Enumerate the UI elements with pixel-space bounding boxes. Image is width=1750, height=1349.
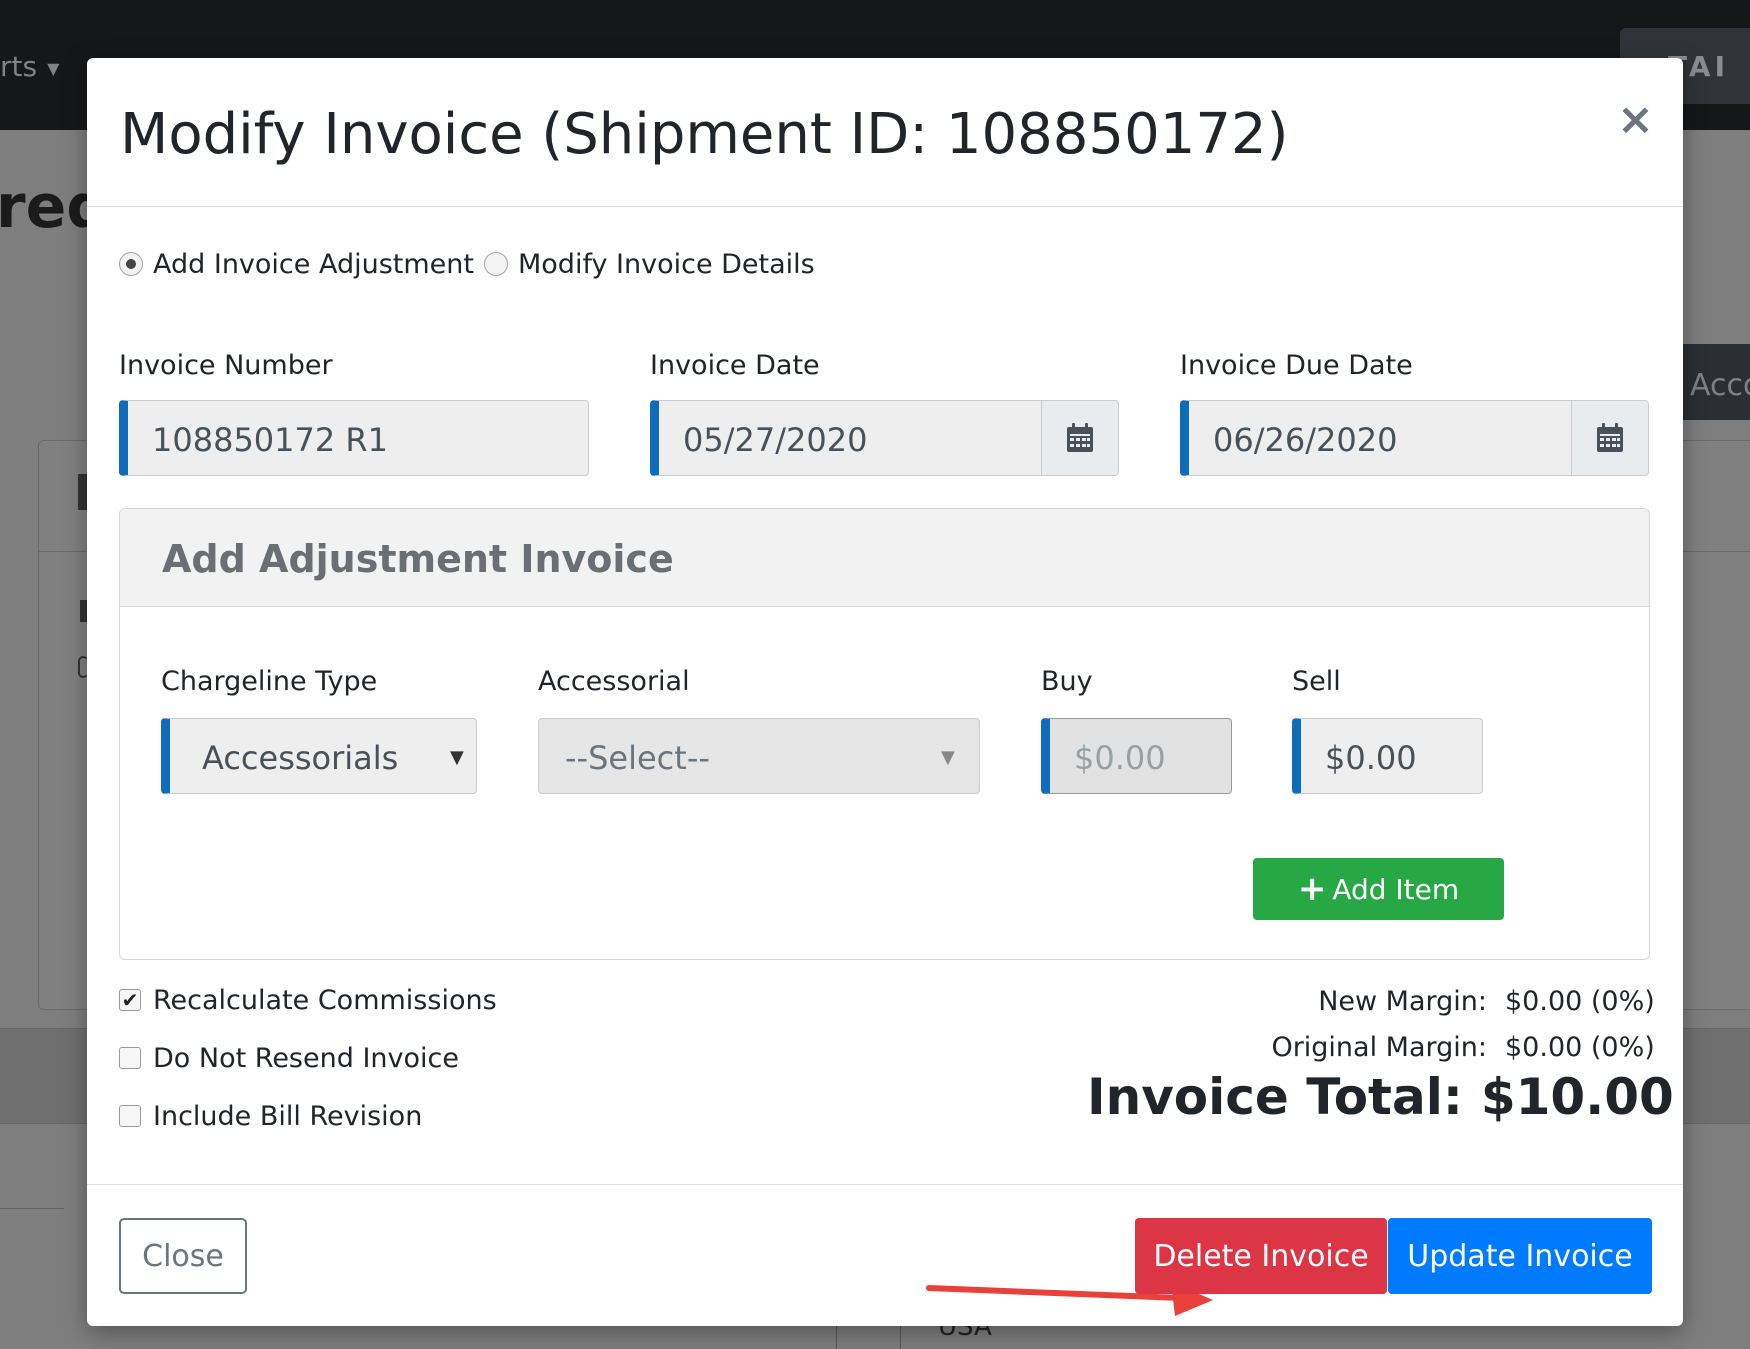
modal-title: Modify Invoice (Shipment ID: 108850172) (120, 102, 1289, 167)
close-button[interactable]: Close (119, 1218, 247, 1294)
modify-invoice-modal: Modify Invoice (Shipment ID: 108850172) … (87, 58, 1683, 1326)
buy-input[interactable]: $0.00 (1041, 718, 1232, 794)
update-invoice-button[interactable]: Update Invoice (1388, 1218, 1652, 1294)
chargeline-type-value: Accessorials (202, 739, 399, 777)
accessorial-label: Accessorial (538, 666, 690, 697)
calendar-icon (1597, 423, 1623, 452)
invoice-total-label: Invoice Total: (1087, 1068, 1463, 1126)
caret-down-icon: ▼ (47, 58, 60, 78)
invoice-total-value: $10.00 (1480, 1068, 1674, 1126)
modify-details-radio[interactable] (483, 252, 508, 276)
chargeline-type-label: Chargeline Type (161, 666, 378, 697)
calendar-icon (1067, 423, 1093, 452)
include-bill-revision-label: Include Bill Revision (153, 1100, 423, 1132)
include-bill-revision-option[interactable]: Include Bill Revision (119, 1096, 422, 1136)
accessorial-value: --Select-- (565, 739, 710, 777)
recalculate-commissions-label: Recalculate Commissions (153, 984, 497, 1016)
modal-header: Modify Invoice (Shipment ID: 108850172) … (87, 58, 1683, 207)
invoice-mode-radio-group: Add Invoice Adjustment Modify Invoice De… (119, 244, 825, 284)
invoice-number-field[interactable]: 108850172 R1 (119, 400, 589, 476)
chevron-down-icon: ▼ (450, 747, 464, 768)
accessorial-select[interactable]: --Select-- ▼ (538, 718, 980, 794)
recalculate-commissions-checkbox[interactable]: ✔ (119, 989, 141, 1011)
original-margin-label: Original Margin: (1271, 1032, 1487, 1063)
buy-label: Buy (1041, 666, 1093, 697)
chargeline-type-select[interactable]: Accessorials ▼ (161, 718, 477, 794)
nav-menu-item[interactable]: rts ▼ (0, 50, 59, 83)
include-bill-revision-checkbox[interactable] (119, 1105, 141, 1127)
do-not-resend-option[interactable]: Do Not Resend Invoice (119, 1038, 459, 1078)
invoice-date-field[interactable]: 05/27/2020 (650, 400, 1042, 476)
invoice-date-label: Invoice Date (650, 350, 820, 381)
new-margin-label: New Margin: (1318, 986, 1487, 1017)
adjustment-card-title: Add Adjustment Invoice (162, 537, 674, 581)
plus-icon: + (1297, 869, 1327, 909)
recalculate-commissions-option[interactable]: ✔ Recalculate Commissions (119, 980, 497, 1020)
sell-input[interactable]: $0.00 (1292, 718, 1483, 794)
original-margin-value: $0.00 (0%) (1505, 1032, 1655, 1063)
invoice-date-calendar-button[interactable] (1041, 400, 1119, 476)
invoice-due-date-calendar-button[interactable] (1571, 400, 1649, 476)
do-not-resend-checkbox[interactable] (119, 1047, 141, 1069)
add-adjustment-radio[interactable] (119, 252, 143, 276)
modal-footer-divider (87, 1184, 1683, 1185)
adjustment-card-header: Add Adjustment Invoice (120, 509, 1649, 607)
invoice-due-date-label: Invoice Due Date (1180, 350, 1413, 381)
chevron-down-icon: ▼ (941, 747, 955, 768)
add-adjustment-label[interactable]: Add Invoice Adjustment (153, 249, 474, 280)
delete-invoice-button[interactable]: Delete Invoice (1135, 1218, 1387, 1294)
new-margin-value: $0.00 (0%) (1505, 986, 1655, 1017)
background-divider (0, 1208, 64, 1209)
sell-label: Sell (1292, 666, 1341, 697)
invoice-total: Invoice Total: $10.00 (1087, 1068, 1674, 1126)
add-item-button[interactable]: + Add Item (1253, 858, 1504, 920)
close-icon[interactable]: × (1617, 98, 1654, 142)
modify-details-label[interactable]: Modify Invoice Details (518, 249, 815, 280)
invoice-due-date-field[interactable]: 06/26/2020 (1180, 400, 1572, 476)
accounting-button[interactable]: Acco (1682, 344, 1750, 420)
do-not-resend-label: Do Not Resend Invoice (153, 1042, 459, 1074)
invoice-number-label: Invoice Number (119, 350, 333, 381)
add-item-label: Add Item (1332, 872, 1460, 906)
